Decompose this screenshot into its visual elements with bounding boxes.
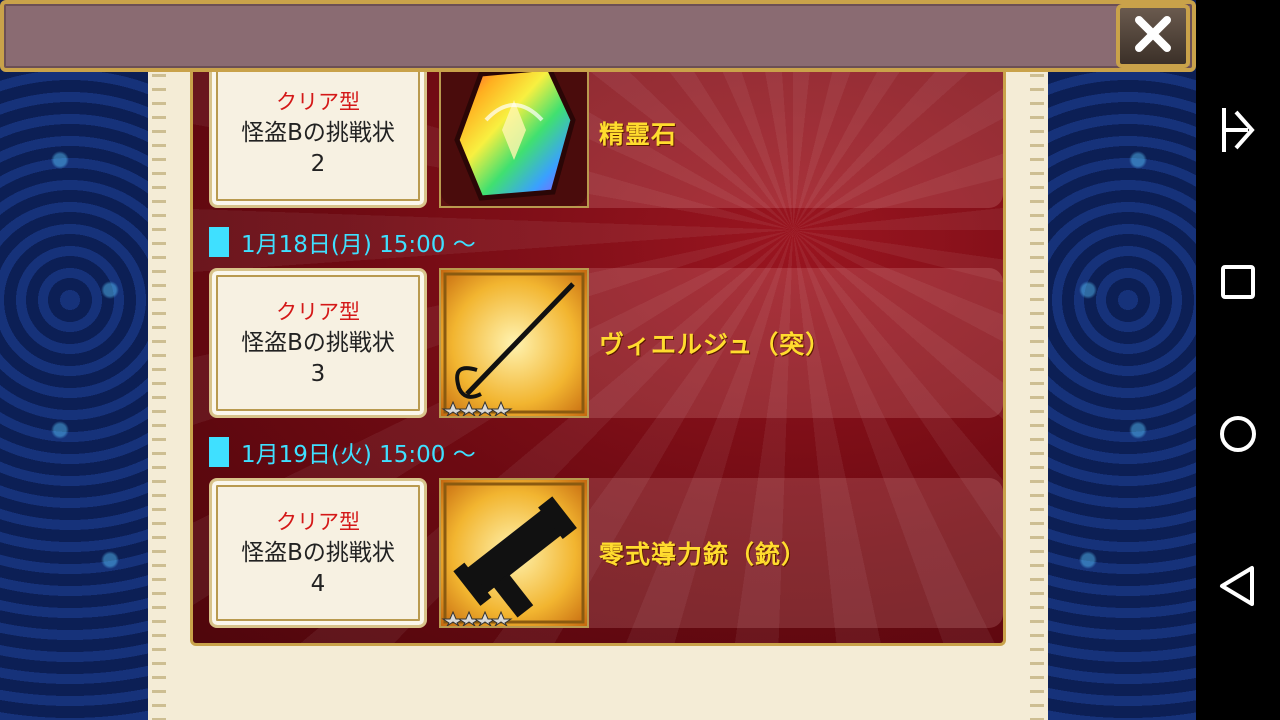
- mission-name: 怪盗Bの挑戦状: [241, 119, 395, 146]
- notification-button[interactable]: [1210, 104, 1266, 160]
- list-item[interactable]: クリア型 怪盗Bの挑戦状 2 精霊石: [209, 60, 1003, 208]
- mission-label-box: クリア型 怪盗Bの挑戦状 3: [209, 268, 427, 418]
- mission-name: 怪盗Bの挑戦状: [241, 539, 395, 566]
- date-text: 1月19日(火) 15:00 〜: [241, 442, 476, 468]
- reward-item-name: ヴィエルジュ（突）: [599, 330, 832, 359]
- date-header: 1月18日(月) 15:00 〜: [209, 226, 476, 258]
- close-icon: [1129, 10, 1177, 62]
- list-item[interactable]: クリア型 怪盗Bの挑戦状 3 ヴィエルジュ（突）: [209, 268, 1003, 418]
- notification-icon: [1218, 104, 1258, 160]
- background-pattern-left: [0, 0, 150, 720]
- vine-border-right: [1030, 60, 1044, 720]
- vine-border-left: [152, 60, 166, 720]
- mission-label-box: クリア型 怪盗Bの挑戦状 4: [209, 478, 427, 628]
- reward-schedule-list[interactable]: クリア型 怪盗Bの挑戦状 2 精霊石 1月18日(月) 15:00 〜 クリア型…: [190, 60, 1006, 646]
- date-header: 1月19日(火) 15:00 〜: [209, 436, 476, 468]
- reward-item-name: 零式導力銃（銃）: [599, 540, 808, 569]
- gun-icon: [439, 478, 589, 628]
- clear-type-label: クリア型: [276, 89, 360, 114]
- system-navigation-bar: [1196, 0, 1280, 720]
- home-icon: [1218, 414, 1258, 458]
- reward-item-name: 精霊石: [599, 120, 678, 149]
- dialog-header-bar: [0, 0, 1196, 72]
- back-button[interactable]: [1210, 560, 1266, 616]
- background-pattern-right: [1048, 0, 1196, 720]
- mission-name: 怪盗Bの挑戦状: [241, 329, 395, 356]
- mission-number: 2: [310, 150, 326, 177]
- recents-icon: [1220, 264, 1256, 304]
- home-button[interactable]: [1210, 408, 1266, 464]
- clear-type-label: クリア型: [276, 299, 360, 324]
- date-marker: [209, 437, 229, 467]
- clear-type-label: クリア型: [276, 509, 360, 534]
- rainbow-crystal-icon: [439, 60, 589, 208]
- date-marker: [209, 227, 229, 257]
- game-screen: クリア型 怪盗Bの挑戦状 2 精霊石 1月18日(月) 15:00 〜 クリア型…: [0, 0, 1196, 720]
- recents-button[interactable]: [1210, 256, 1266, 312]
- list-item[interactable]: クリア型 怪盗Bの挑戦状 4 零式導力銃（銃）: [209, 478, 1003, 628]
- mission-number: 4: [310, 570, 326, 597]
- mission-number: 3: [310, 360, 326, 387]
- mission-label-box: クリア型 怪盗Bの挑戦状 2: [209, 60, 427, 208]
- back-icon: [1218, 564, 1258, 612]
- close-button[interactable]: [1116, 4, 1190, 68]
- rapier-icon: [439, 268, 589, 418]
- date-text: 1月18日(月) 15:00 〜: [241, 232, 476, 258]
